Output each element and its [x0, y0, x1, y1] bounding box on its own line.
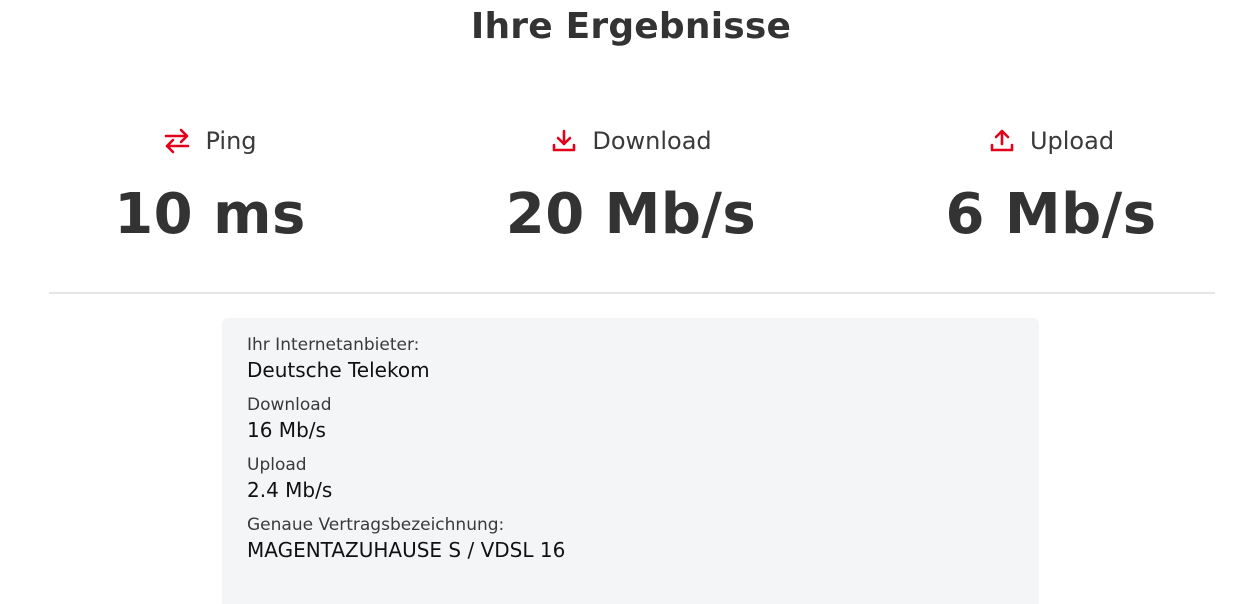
- download-label: Download: [592, 127, 712, 155]
- download-icon: [550, 127, 578, 155]
- download-header: Download: [431, 120, 831, 162]
- ping-label: Ping: [205, 127, 257, 155]
- upload-label: Upload: [1029, 127, 1115, 155]
- contract-name-group: Genaue Vertragsbezeichnung: MAGENTAZUHAU…: [247, 514, 1014, 564]
- contract-name-value: MAGENTAZUHAUSE S / VDSL 16: [247, 538, 566, 562]
- ping-metric: Ping 10 ms: [10, 120, 410, 247]
- upload-header: Upload: [851, 120, 1251, 162]
- contract-upload-value: 2.4 Mb/s: [247, 478, 333, 502]
- provider-group: Ihr Internetanbieter: Deutsche Telekom: [247, 334, 1014, 384]
- contract-info-panel: Ihr Internetanbieter: Deutsche Telekom D…: [222, 318, 1039, 604]
- download-metric: Download 20 Mb/s: [431, 120, 831, 247]
- upload-icon: [988, 127, 1016, 155]
- upload-metric: Upload 6 Mb/s: [851, 120, 1251, 247]
- ping-header: Ping: [10, 120, 410, 162]
- download-value: 20 Mb/s: [505, 182, 757, 247]
- provider-label: Ihr Internetanbieter:: [247, 335, 420, 355]
- upload-value: 6 Mb/s: [945, 182, 1157, 247]
- swap-arrows-icon: [163, 127, 191, 155]
- contract-download-label: Download: [247, 395, 332, 415]
- ping-value: 10 ms: [114, 182, 306, 247]
- contract-upload-label: Upload: [247, 455, 307, 475]
- section-divider: [49, 292, 1215, 294]
- contract-name-label: Genaue Vertragsbezeichnung:: [247, 515, 505, 535]
- contract-download-value: 16 Mb/s: [247, 418, 326, 442]
- results-page: Ihre Ergebnisse Ping 10 ms Download 20 M…: [0, 0, 1255, 604]
- page-title: Ihre Ergebnisse: [470, 6, 792, 47]
- provider-value: Deutsche Telekom: [247, 358, 430, 382]
- contract-upload-group: Upload 2.4 Mb/s: [247, 454, 1014, 504]
- contract-download-group: Download 16 Mb/s: [247, 394, 1014, 444]
